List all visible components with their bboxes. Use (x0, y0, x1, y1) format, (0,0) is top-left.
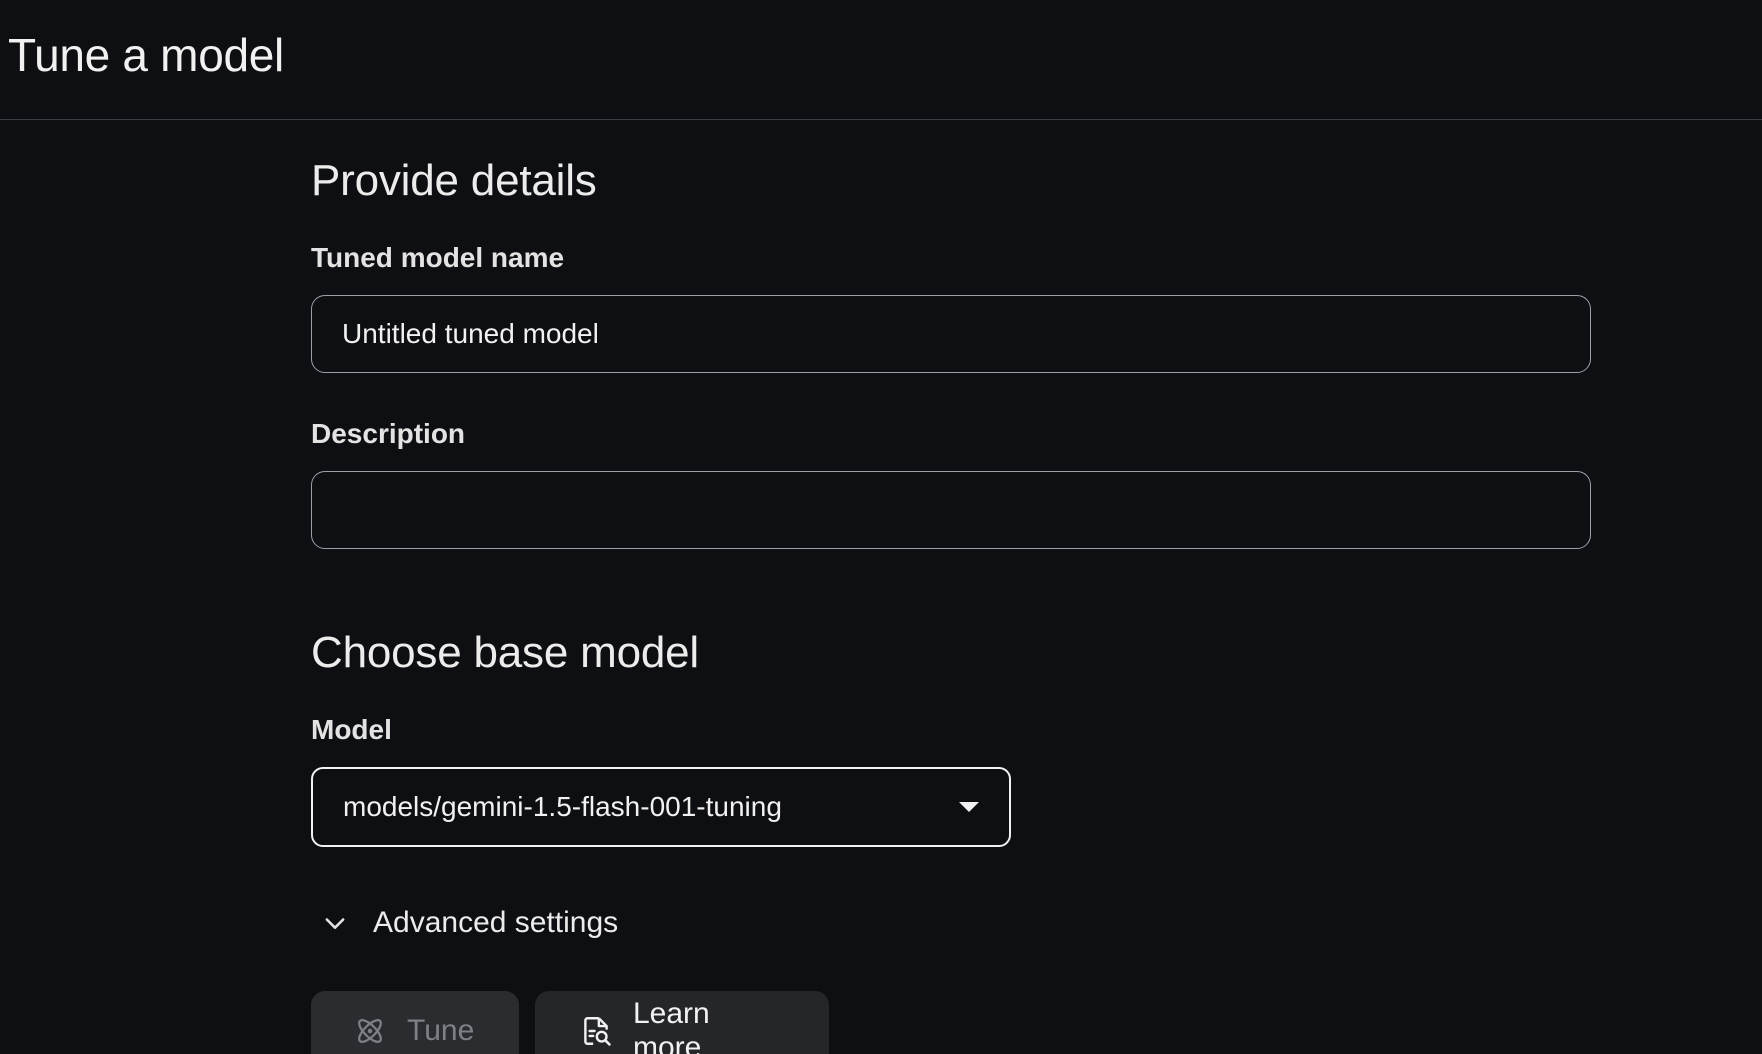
model-select[interactable]: models/gemini-1.5-flash-001-tuning (311, 767, 1011, 847)
tuned-model-name-input[interactable] (311, 295, 1591, 373)
advanced-settings-toggle[interactable]: Advanced settings (321, 906, 618, 940)
tuned-model-name-label: Tuned model name (311, 242, 565, 273)
atom-icon (353, 1014, 387, 1048)
description-input[interactable] (311, 471, 1591, 549)
learn-more-button[interactable]: Learn more (535, 991, 829, 1054)
page-title: Tune a model (8, 29, 284, 81)
tune-button[interactable]: Tune (311, 991, 519, 1054)
model-label: Model (311, 714, 392, 745)
model-select-value: models/gemini-1.5-flash-001-tuning (343, 791, 782, 822)
learn-more-button-label: Learn more (633, 997, 710, 1054)
description-label: Description (311, 418, 466, 449)
page-header: Tune a model (0, 0, 1762, 120)
provide-details-heading: Provide details (311, 156, 597, 205)
choose-base-model-heading: Choose base model (311, 628, 699, 677)
chevron-down-icon (321, 909, 349, 937)
dropdown-caret-icon (959, 802, 979, 812)
document-search-icon (579, 1014, 613, 1048)
advanced-settings-label: Advanced settings (373, 906, 619, 939)
tune-model-page: Tune a model Provide details Tuned model… (0, 0, 1762, 1054)
tune-button-label: Tune (407, 1014, 475, 1047)
